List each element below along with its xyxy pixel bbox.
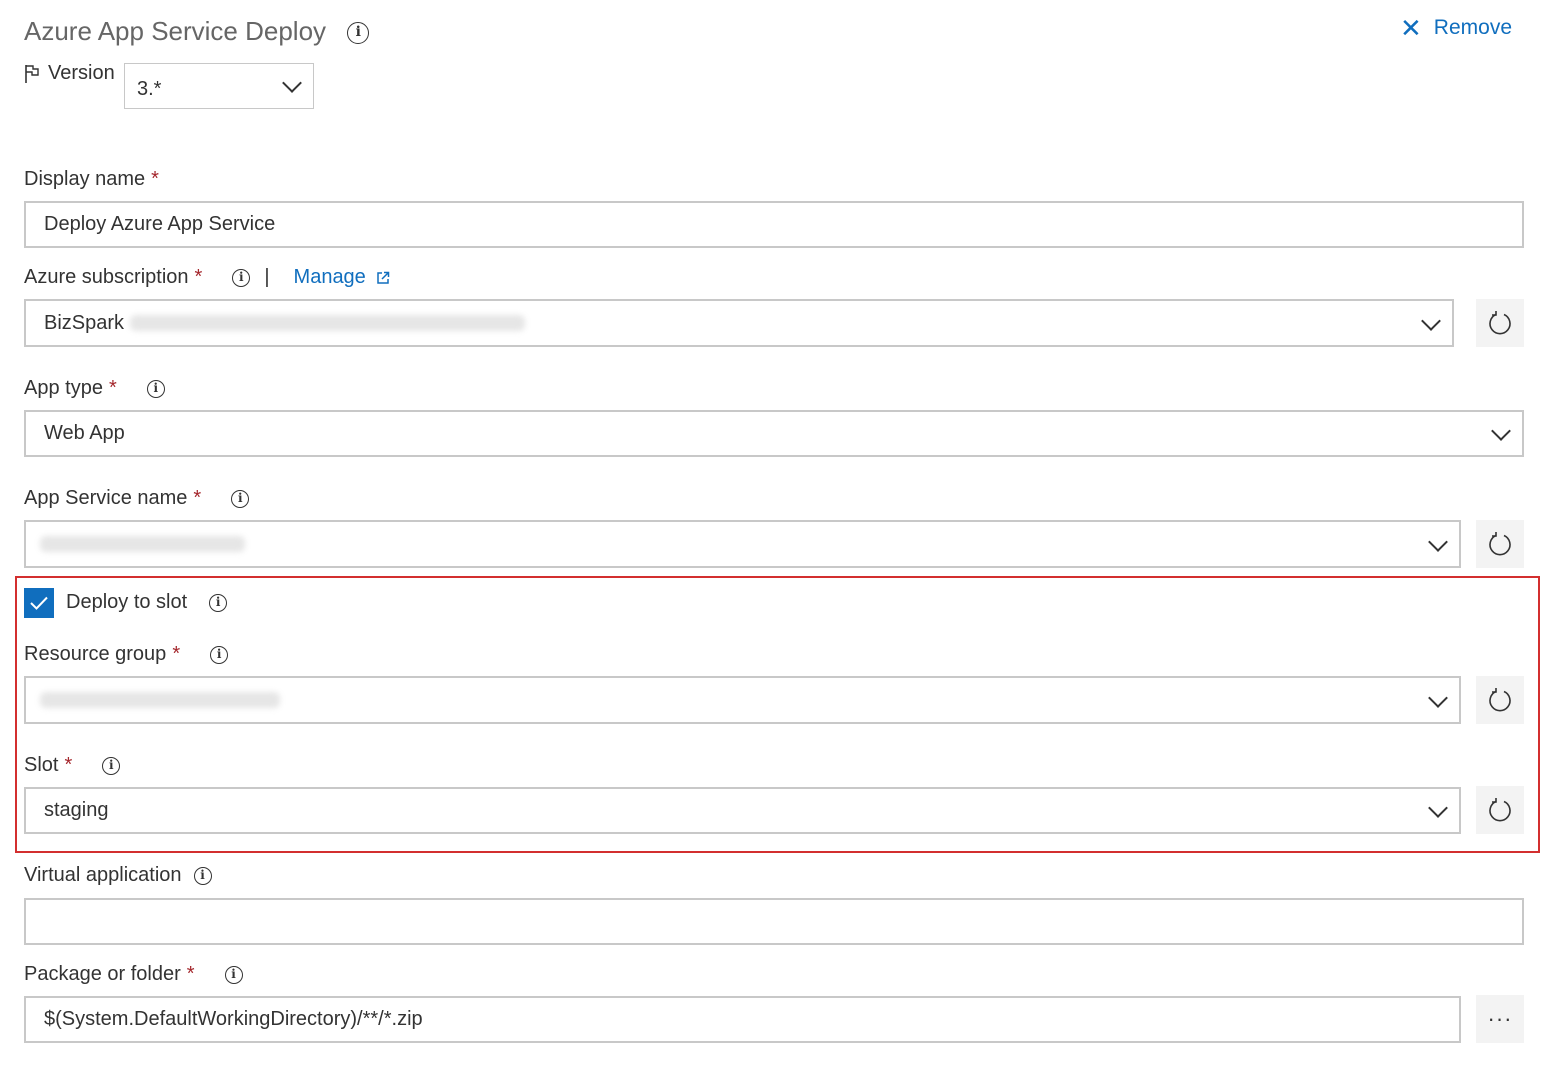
external-link-icon xyxy=(377,271,390,284)
refresh-icon xyxy=(1489,311,1511,335)
required-marker: * xyxy=(193,487,202,509)
virtual-application-label: Virtual application xyxy=(24,864,182,886)
chevron-down-icon xyxy=(1428,532,1448,552)
info-icon[interactable]: i xyxy=(224,965,243,984)
version-row: Version xyxy=(24,62,115,85)
deploy-to-slot-label-row: Deploy to slot i xyxy=(66,591,228,614)
required-marker: * xyxy=(64,754,73,776)
app-type-value: Web App xyxy=(44,422,125,444)
package-or-folder-value: $(System.DefaultWorkingDirectory)/**/*.z… xyxy=(44,1008,423,1030)
separator: | xyxy=(264,266,270,288)
required-marker: * xyxy=(172,643,181,665)
package-or-folder-input[interactable]: $(System.DefaultWorkingDirectory)/**/*.z… xyxy=(24,996,1461,1043)
remove-button[interactable]: ✕ Remove xyxy=(1400,13,1512,43)
task-title: Azure App Service Deploy xyxy=(24,16,327,46)
version-label: Version xyxy=(48,62,115,84)
required-marker: * xyxy=(151,168,159,190)
chevron-down-icon xyxy=(1421,311,1441,331)
virtual-application-label-row: Virtual application i xyxy=(24,864,212,887)
app-type-select[interactable]: Web App xyxy=(24,410,1524,457)
version-select[interactable]: 3.* xyxy=(124,63,314,109)
chevron-down-icon xyxy=(1428,688,1448,708)
info-icon[interactable]: i xyxy=(347,22,370,45)
resource-group-label-row: Resource group * i xyxy=(24,643,229,666)
app-type-label: App type xyxy=(24,377,103,399)
display-name-input[interactable]: Deploy Azure App Service xyxy=(24,201,1524,248)
azure-subscription-label: Azure subscription xyxy=(24,266,189,288)
refresh-subscription-button[interactable] xyxy=(1476,299,1524,347)
remove-label: Remove xyxy=(1433,16,1512,39)
redacted-text xyxy=(40,536,245,552)
display-name-value: Deploy Azure App Service xyxy=(44,213,276,235)
package-or-folder-label-row: Package or folder * i xyxy=(24,963,243,986)
more-icon: ··· xyxy=(1487,1006,1513,1031)
task-title-row: Azure App Service Deploy i xyxy=(24,16,370,47)
version-value: 3.* xyxy=(137,78,162,100)
redacted-text xyxy=(40,692,280,708)
resource-group-select[interactable] xyxy=(24,676,1461,724)
app-service-name-select[interactable] xyxy=(24,520,1461,568)
info-icon[interactable]: i xyxy=(232,268,251,287)
close-icon: ✕ xyxy=(1400,13,1422,43)
info-icon[interactable]: i xyxy=(209,593,228,612)
required-marker: * xyxy=(108,377,117,399)
azure-subscription-label-row: Azure subscription * i | Manage xyxy=(24,266,390,289)
display-name-label: Display name xyxy=(24,168,146,190)
deploy-to-slot-label: Deploy to slot xyxy=(66,591,188,613)
refresh-icon xyxy=(1489,798,1511,822)
chevron-down-icon xyxy=(1428,798,1448,818)
display-name-label-row: Display name * xyxy=(24,168,159,191)
redacted-text xyxy=(130,315,526,331)
manage-link[interactable]: Manage xyxy=(294,266,390,289)
azure-subscription-value: BizSpark xyxy=(44,311,125,334)
required-marker: * xyxy=(194,266,203,288)
chevron-down-icon xyxy=(282,73,302,93)
info-icon[interactable]: i xyxy=(102,756,121,775)
azure-subscription-select[interactable]: BizSpark xyxy=(24,299,1454,347)
info-icon[interactable]: i xyxy=(146,379,165,398)
refresh-icon xyxy=(1489,688,1511,712)
package-or-folder-label: Package or folder xyxy=(24,963,181,985)
info-icon[interactable]: i xyxy=(210,645,229,664)
refresh-icon xyxy=(1489,532,1511,556)
required-marker: * xyxy=(186,963,195,985)
slot-value: staging xyxy=(44,799,109,821)
virtual-application-input[interactable] xyxy=(24,898,1524,945)
slot-label-row: Slot * i xyxy=(24,754,121,777)
slot-label: Slot xyxy=(24,754,59,776)
info-icon[interactable]: i xyxy=(231,489,250,508)
app-service-name-label-row: App Service name * i xyxy=(24,487,250,510)
checkmark-icon xyxy=(30,596,48,610)
browse-button[interactable]: ··· xyxy=(1476,995,1524,1043)
manage-label: Manage xyxy=(293,266,366,288)
chevron-down-icon xyxy=(1491,421,1511,441)
refresh-app-service-button[interactable] xyxy=(1476,520,1524,568)
resource-group-label: Resource group xyxy=(24,643,167,665)
app-service-name-label: App Service name xyxy=(24,487,188,509)
slot-select[interactable]: staging xyxy=(24,787,1461,834)
deploy-to-slot-checkbox[interactable] xyxy=(24,588,54,618)
refresh-slot-button[interactable] xyxy=(1476,786,1524,834)
refresh-resource-group-button[interactable] xyxy=(1476,676,1524,724)
app-type-label-row: App type * i xyxy=(24,377,165,400)
flag-icon xyxy=(25,64,39,83)
info-icon[interactable]: i xyxy=(193,866,212,885)
